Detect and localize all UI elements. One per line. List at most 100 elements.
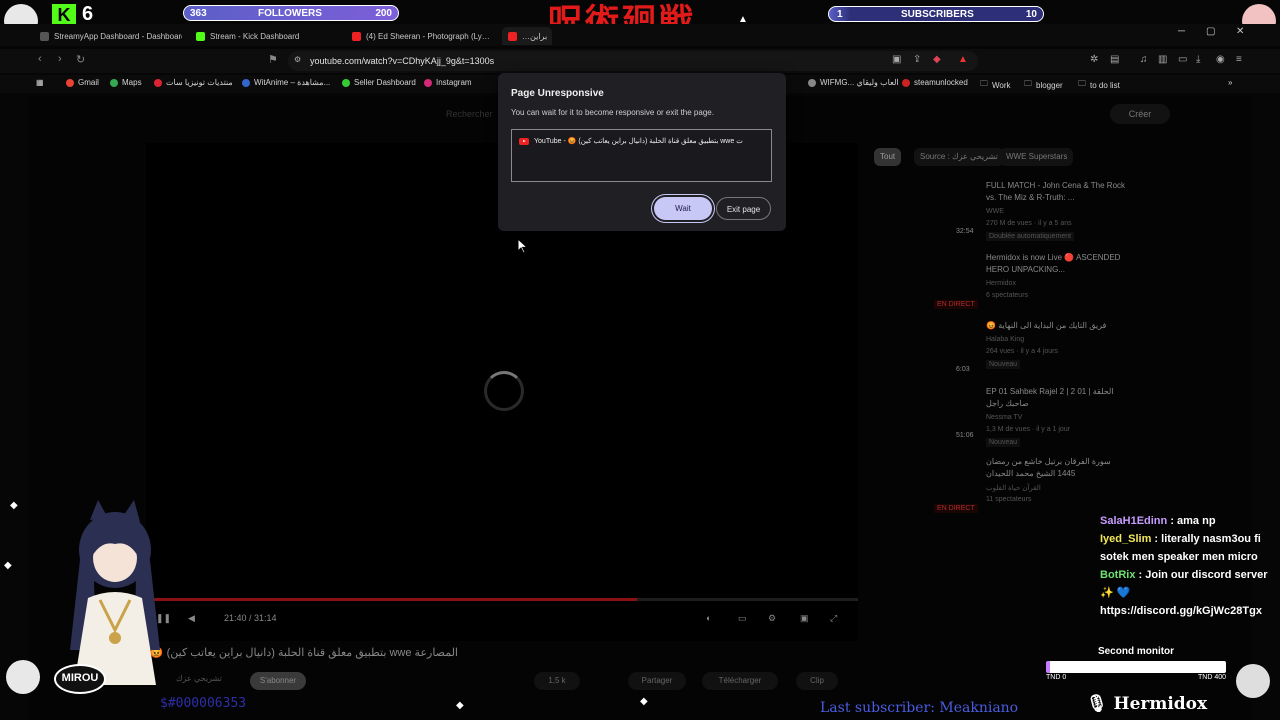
- screen-icon[interactable]: ▣: [892, 54, 901, 65]
- share-button[interactable]: Partager: [628, 672, 686, 690]
- wallet-icon[interactable]: ▤: [1110, 54, 1119, 65]
- close-icon[interactable]: ✕: [1236, 26, 1244, 37]
- tab-youtube-active[interactable]: …براين: [502, 27, 552, 45]
- progress-fill: [146, 598, 638, 601]
- minimize-icon[interactable]: ─: [1178, 26, 1185, 37]
- tab-ed-sheeran[interactable]: (4) Ed Sheeran - Photograph (Ly…: [352, 27, 492, 45]
- donation-ticker: $#000006353: [160, 696, 247, 711]
- rec-live-badge: EN DIRECT: [934, 504, 978, 513]
- subscribers-current: 1: [837, 9, 843, 20]
- apps-grid-icon[interactable]: ▦: [36, 78, 44, 87]
- video-title: المصارعة wwe بتطبيق معلق قناة الحلبة (دا…: [149, 647, 458, 659]
- vpn-icon[interactable]: ◉: [1216, 54, 1225, 65]
- rec-title: FULL MATCH - John Cena & The Rock vs. Th…: [986, 181, 1126, 202]
- subscribe-button[interactable]: S'abonner: [250, 672, 306, 690]
- donation-goal-label: Second monitor: [1097, 646, 1175, 657]
- vtuber-avatar: [60, 500, 170, 685]
- settings-gear-icon[interactable]: ⚙: [768, 613, 776, 624]
- recommendation-item[interactable]: سورة الفرقان برتيل خاشع من رمضان 1445 ال…: [874, 456, 1124, 518]
- bookmark-seller-dashboard[interactable]: Seller Dashboard: [342, 78, 416, 87]
- maximize-icon[interactable]: ▢: [1206, 26, 1215, 37]
- bookmark-icon[interactable]: ⚑: [268, 53, 278, 66]
- back-icon[interactable]: ‹: [38, 53, 42, 65]
- sparkle-icon: ◆: [640, 696, 648, 707]
- recommendation-item[interactable]: 😡 فريق التايك من البداية الى النهاية Hal…: [874, 320, 1124, 382]
- chat-message: Iyed_Slim : literally nasm3ou fi sotek m…: [1100, 530, 1280, 566]
- mirou-badge: MIROU: [54, 664, 106, 694]
- rec-title: EP 01 Sahbek Rajel 2 | 2 01 الحلقة | صاح…: [986, 387, 1114, 408]
- bookmark-steamunlocked[interactable]: steamunlocked: [902, 78, 968, 87]
- download-icon[interactable]: ⤓: [1196, 54, 1200, 65]
- exit-page-button[interactable]: Exit page: [716, 197, 771, 220]
- rec-title: سورة الفرقان برتيل خاشع من رمضان 1445 ال…: [986, 457, 1111, 478]
- sparkle-icon: ◆: [456, 700, 464, 711]
- video-progress-bar[interactable]: [146, 598, 858, 601]
- forward-icon[interactable]: ›: [58, 53, 62, 65]
- brave-shield-icon[interactable]: ◆: [933, 54, 941, 65]
- miniplayer-icon[interactable]: ▣: [800, 613, 809, 624]
- chip-wwe-superstars[interactable]: WWE Superstars: [1000, 148, 1074, 166]
- fullscreen-icon[interactable]: ⤢: [830, 613, 837, 624]
- rec-channel: WWE: [986, 208, 1004, 215]
- screenshot-icon[interactable]: ▭: [1178, 54, 1187, 65]
- unresponsive-page-item[interactable]: YouTube - 😡 بتطبيق معلق قناة الحلبة (دان…: [519, 137, 743, 145]
- extensions-icon[interactable]: ✲: [1090, 54, 1098, 65]
- channel-name[interactable]: تشريحي عزك: [176, 674, 222, 683]
- autoplay-toggle-icon[interactable]: ◐: [706, 613, 711, 623]
- folder-icon: 🗀: [1024, 79, 1032, 88]
- chip-source[interactable]: Source : تشريحي عزك: [914, 148, 1004, 166]
- site-info-icon[interactable]: ⚙: [294, 55, 301, 64]
- bookmark-witanime[interactable]: WitAnime – مشاهدة...: [242, 78, 330, 87]
- share-icon[interactable]: ⇪: [913, 54, 921, 65]
- bookmark-tunisia-sat[interactable]: منتديات تونيزيا سات: [154, 78, 233, 87]
- music-icon[interactable]: ♫: [1140, 54, 1148, 65]
- bookmark-gmail[interactable]: Gmail: [66, 78, 99, 87]
- subscribers-label: SUBSCRIBERS: [901, 9, 974, 20]
- download-button[interactable]: Télécharger: [702, 672, 778, 690]
- unresponsive-pages-list[interactable]: YouTube - 😡 بتطبيق معلق قناة الحلبة (دان…: [511, 129, 772, 182]
- rewards-icon[interactable]: ▲: [958, 54, 968, 65]
- folder-icon: 🗀: [980, 79, 988, 88]
- tab-streamyapp[interactable]: StreamyApp Dashboard - Dashboard: [40, 27, 182, 45]
- url-text: youtube.com/watch?v=CDhyKAjj_9g&t=1300s: [310, 56, 495, 66]
- chat-text: : ama np: [1170, 515, 1216, 527]
- followers-goal-bar: 363 FOLLOWERS 200: [183, 5, 399, 21]
- tab-kick-dashboard[interactable]: Stream - Kick Dashboard: [196, 27, 341, 45]
- dialog-title: Page Unresponsive: [511, 88, 604, 99]
- steam-icon: [902, 78, 910, 87]
- bookmark-todo[interactable]: 🗀 to do list: [1078, 78, 1120, 92]
- rec-stats: 270 M de vues · il y a 5 ans: [986, 220, 1072, 227]
- youtube-icon: [508, 31, 517, 41]
- recommendation-item[interactable]: EP 01 Sahbek Rajel 2 | 2 01 الحلقة | صاح…: [874, 386, 1124, 448]
- captions-icon[interactable]: ▭: [738, 613, 747, 624]
- sidebar-icon[interactable]: ▥: [1158, 54, 1167, 65]
- sparkle-icon: ◆: [4, 560, 12, 571]
- followers-goal: 200: [375, 8, 392, 19]
- bookmark-games[interactable]: WIFMG... العاب وليقاي: [808, 78, 899, 87]
- clip-button[interactable]: Clip: [796, 672, 838, 690]
- streamyapp-icon: [40, 31, 49, 41]
- bookmark-maps[interactable]: Maps: [110, 78, 142, 87]
- rec-title: 😡 فريق التايك من البداية الى النهاية: [986, 321, 1107, 330]
- reload-icon[interactable]: ↻: [76, 53, 85, 66]
- chat-message: SalaH1Edinn : ama np: [1100, 512, 1280, 530]
- bookmarks-overflow-icon[interactable]: »: [1228, 78, 1232, 87]
- bookmark-work[interactable]: 🗀 Work: [980, 78, 1011, 92]
- bookmark-instagram[interactable]: Instagram: [424, 78, 472, 87]
- bookmark-label: Maps: [122, 78, 142, 87]
- bookmark-blogger[interactable]: 🗀 blogger: [1024, 78, 1063, 92]
- last-subscriber: Last subscriber: Meakniano: [820, 700, 1019, 716]
- kick-logo: K: [52, 4, 76, 26]
- recommendation-item[interactable]: FULL MATCH - John Cena & The Rock vs. Th…: [874, 180, 1126, 246]
- chip-all[interactable]: Tout: [874, 148, 902, 166]
- rec-channel: Halaba King: [986, 336, 1025, 343]
- like-button[interactable]: 1,5 k: [534, 672, 580, 690]
- recommendation-item[interactable]: Hermidox is now Live 🔴 ASCENDED HERO UNP…: [874, 252, 1124, 312]
- create-button[interactable]: Créer: [1110, 104, 1170, 124]
- volume-icon[interactable]: ◀: [188, 613, 195, 624]
- wait-button[interactable]: Wait: [654, 197, 712, 220]
- donation-max: TND 400: [1197, 674, 1226, 681]
- chat-message: BotRix : Join our discord server ✨ 💙 htt…: [1100, 566, 1280, 620]
- menu-icon[interactable]: ≡: [1236, 54, 1242, 65]
- address-bar[interactable]: ⚙ youtube.com/watch?v=CDhyKAjj_9g&t=1300…: [288, 51, 978, 71]
